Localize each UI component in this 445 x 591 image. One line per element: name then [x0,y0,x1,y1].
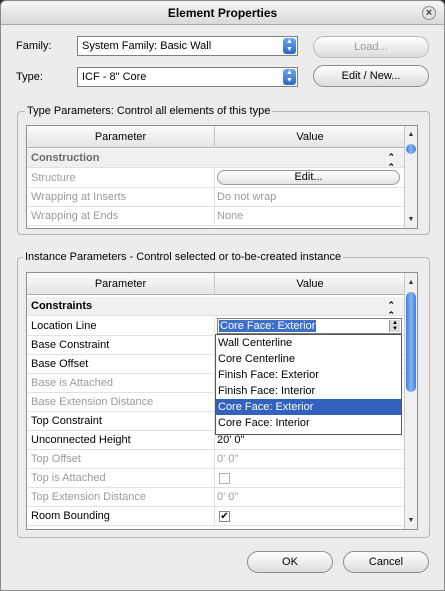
dropdown-option[interactable]: Finish Face: Interior [216,383,401,399]
window-title: Element Properties [167,6,278,20]
param-value-cell: ✔ [215,507,405,526]
scroll-down-icon[interactable]: ▼ [405,514,417,527]
param-name: Base is Attached [27,374,215,393]
dropdown-option[interactable]: Finish Face: Exterior [216,367,401,383]
param-name: Wrapping at Inserts [27,188,215,207]
section-label: Construction [31,152,100,164]
scroll-thumb[interactable] [406,144,416,154]
table-row[interactable]: Room Bounding ✔ [27,507,405,526]
param-value: 0' 0" [217,453,239,465]
dropdown-option[interactable]: Core Centerline [216,351,401,367]
scroll-thumb[interactable] [406,292,416,392]
table-row[interactable]: Wrapping at Ends None [27,207,405,226]
table-row[interactable]: Structure Edit... [27,169,405,188]
cancel-button[interactable]: Cancel [343,551,429,573]
param-value: 0' 0" [217,491,239,503]
param-name: Room Bounding [27,507,215,526]
edit-new-button[interactable]: Edit / New... [313,65,429,87]
scroll-up-icon[interactable]: ▲ [405,276,417,289]
param-name: Top Extension Distance [27,488,215,507]
room-bounding-checkbox[interactable]: ✔ [219,511,230,522]
location-line-select[interactable]: Core Face: Exterior ▲ ▼ [217,318,402,334]
header-value[interactable]: Value [215,273,405,295]
param-name: Base Extension Distance [27,393,215,412]
top-is-attached-checkbox[interactable] [219,473,230,484]
instance-parameters-title: Instance Parameters - Control selected o… [23,251,344,263]
param-value: None [217,210,244,222]
param-name: Unconnected Height [27,431,215,450]
header-parameter[interactable]: Parameter [27,126,215,148]
structure-edit-button[interactable]: Edit... [217,170,400,185]
param-name: Top is Attached [27,469,215,488]
param-name: Base Offset [27,355,215,374]
type-params-scrollbar[interactable]: ▲ ▼ [404,126,417,228]
param-name: Top Constraint [27,412,215,431]
type-parameters-title: Type Parameters: Control all elements of… [25,105,273,117]
ok-button[interactable]: OK [247,551,333,573]
header-value[interactable]: Value [215,126,405,148]
param-name: Top Offset [27,450,215,469]
instance-params-scrollbar[interactable]: ▲ ▼ [404,273,417,529]
table-row[interactable]: Top Extension Distance 0' 0" [27,488,405,507]
table-row[interactable]: Wrapping at Inserts Do not wrap [27,188,405,207]
param-name: Structure [27,169,215,188]
grid-header: Parameter Value [27,273,405,295]
dropdown-option[interactable]: Wall Centerline [216,335,401,351]
param-name: Location Line [27,317,215,336]
param-name: Wrapping at Ends [27,207,215,226]
scroll-down-icon[interactable]: ▼ [405,213,417,226]
family-value: System Family: Basic Wall [82,40,212,52]
location-line-dropdown[interactable]: Wall Centerline Core Centerline Finish F… [215,334,402,435]
title-bar: Element Properties × [1,1,444,25]
param-name: Base Constraint [27,336,215,355]
close-icon[interactable]: × [422,6,436,20]
type-select[interactable]: ICF - 8" Core ▲ ▼ [77,67,298,87]
updown-arrows-icon: ▲ ▼ [283,38,296,54]
scroll-up-icon[interactable]: ▲ [405,128,417,141]
section-label: Constraints [31,300,93,312]
updown-arrows-icon: ▲ ▼ [283,69,296,85]
table-row[interactable]: Top is Attached [27,469,405,488]
load-button[interactable]: Load... [313,36,429,58]
family-label: Family: [16,40,52,52]
param-value-cell: Edit... [215,169,405,188]
updown-arrows-icon: ▲ ▼ [389,320,400,332]
dropdown-option-selected[interactable]: Core Face: Exterior [216,399,401,415]
table-row[interactable]: Top Offset 0' 0" [27,450,405,469]
location-line-value: Core Face: Exterior [219,320,317,332]
section-row-construction[interactable]: Construction ⌃ ⌃ [27,149,405,172]
element-properties-dialog: Element Properties × Family: System Fami… [0,0,445,591]
dropdown-option[interactable]: Core Face: Interior [216,415,401,431]
param-value-cell [215,469,405,488]
family-select[interactable]: System Family: Basic Wall ▲ ▼ [77,36,298,56]
header-parameter[interactable]: Parameter [27,273,215,295]
section-row-constraints[interactable]: Constraints ⌃ ⌃ [27,297,405,320]
type-label: Type: [16,71,43,83]
grid-header: Parameter Value [27,126,405,148]
type-value: ICF - 8" Core [82,71,147,83]
type-parameters-grid: Parameter Value Construction ⌃ ⌃ Structur… [26,125,418,229]
param-value: Do not wrap [217,191,277,203]
